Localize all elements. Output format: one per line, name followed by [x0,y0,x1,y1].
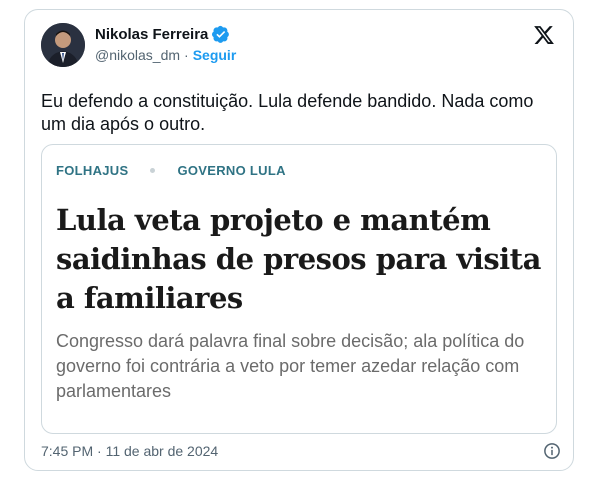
article-tag-governo-lula[interactable]: GOVERNO LULA [177,163,285,178]
author-handle[interactable]: @nikolas_dm [95,47,180,63]
article-card[interactable]: FOLHAJUS GOVERNO LULA Lula veta projeto … [41,144,557,434]
article-headline[interactable]: Lula veta projeto e mantém saidinhas de … [56,201,546,318]
verified-badge-icon [212,25,230,43]
x-logo-icon[interactable] [533,24,555,46]
author-name[interactable]: Nikolas Ferreira [95,26,208,43]
tweet-footer: 7:45 PM · 11 de abr de 2024 [41,442,561,460]
follow-button[interactable]: Seguir [193,47,237,63]
tweet-card[interactable]: Nikolas Ferreira @nikolas_dm · Seguir Eu… [24,9,574,471]
info-icon[interactable] [543,442,561,460]
author-block: Nikolas Ferreira @nikolas_dm · Seguir [95,25,237,64]
separator-dot: · [184,47,189,63]
tweet-timestamp[interactable]: 7:45 PM · 11 de abr de 2024 [41,443,218,459]
article-tags: FOLHAJUS GOVERNO LULA [56,163,286,178]
avatar[interactable] [41,23,85,67]
article-subhead: Congresso dará palavra final sobre decis… [56,331,525,401]
article-tag-folhajus[interactable]: FOLHAJUS [56,163,128,178]
tag-divider-dot [150,168,156,173]
tweet-text: Eu defendo a constituição. Lula defende … [41,91,534,134]
